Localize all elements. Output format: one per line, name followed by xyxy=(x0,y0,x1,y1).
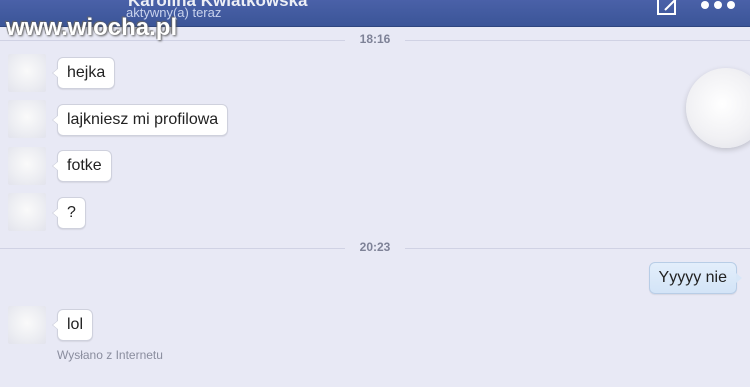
avatar[interactable] xyxy=(8,147,46,185)
message-bubble-outgoing: Yyyyy nie xyxy=(648,262,743,294)
avatar[interactable] xyxy=(8,54,46,92)
message-bubble: lajkniesz mi profilowa xyxy=(51,104,229,136)
timestamp: 18:16 xyxy=(359,32,391,46)
message-bubble: lol xyxy=(51,309,94,341)
watermark: www.wiocha.pl xyxy=(6,14,178,41)
avatar[interactable] xyxy=(8,193,46,231)
chat-head-avatar[interactable] xyxy=(686,68,750,148)
more-icon[interactable] xyxy=(700,0,736,12)
avatar[interactable] xyxy=(8,306,46,344)
timestamp-divider: 20:23 xyxy=(0,240,750,256)
compose-icon[interactable] xyxy=(657,0,679,16)
message-bubble: ? xyxy=(52,197,86,229)
message-bubble: hejka xyxy=(51,57,116,89)
sent-via-label: Wysłano z Internetu xyxy=(57,348,163,362)
timestamp: 20:23 xyxy=(359,240,391,254)
avatar[interactable] xyxy=(8,100,46,138)
message-bubble: fotke xyxy=(52,150,112,182)
